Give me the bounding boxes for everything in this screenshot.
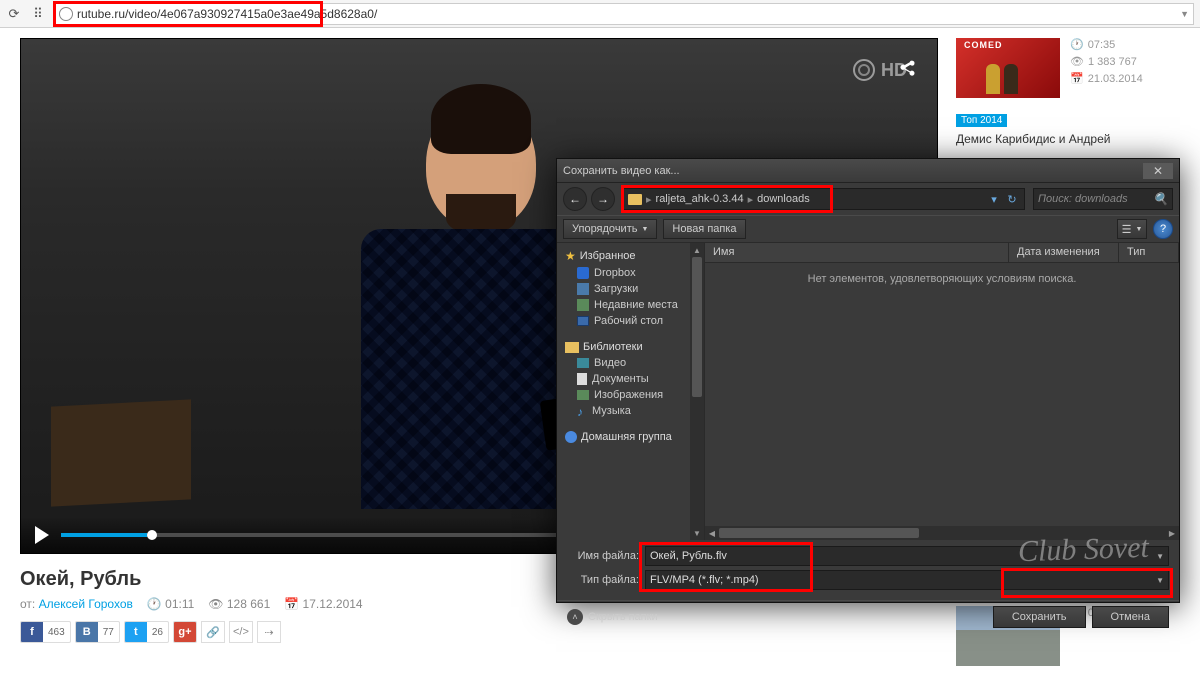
share-icon[interactable] [897, 59, 917, 79]
tree-favorites[interactable]: ★Избранное [565, 247, 704, 265]
tree-libraries[interactable]: Библиотеки [565, 339, 704, 355]
file-list: Имя Дата изменения Тип Нет элементов, уд… [705, 243, 1179, 540]
dialog-nav: ← → ▸ raljeta_ahk-0.3.44 ▸ downloads ▾↻ … [557, 183, 1179, 215]
link-button[interactable]: 🔗 [201, 621, 225, 643]
back-button[interactable]: ← [563, 187, 587, 211]
search-input[interactable]: Поиск: downloads 🔍 [1033, 188, 1173, 210]
filename-label: Имя файла: [567, 550, 639, 562]
browser-toolbar: ⟳ ⠿ ▼ [0, 0, 1200, 28]
cancel-button[interactable]: Отмена [1092, 606, 1169, 628]
apps-icon[interactable]: ⠿ [30, 6, 46, 22]
tree-images[interactable]: Изображения [565, 387, 704, 403]
twitter-share[interactable]: t26 [124, 621, 169, 643]
dialog-title: Сохранить видео как... [563, 165, 680, 177]
col-date[interactable]: Дата изменения [1009, 243, 1119, 262]
search-icon: 🔍 [1153, 192, 1168, 206]
save-button[interactable]: Сохранить [993, 606, 1086, 628]
facebook-share[interactable]: f463 [20, 621, 71, 643]
embed-button[interactable]: </> [229, 621, 253, 643]
col-name[interactable]: Имя [705, 243, 1009, 262]
url-input[interactable] [77, 7, 1180, 21]
tree-scrollbar[interactable]: ▲▼ [690, 243, 704, 540]
more-button[interactable]: ⇢ [257, 621, 281, 643]
dialog-toolbar: Упорядочить▼ Новая папка ☰ ▼ ? [557, 215, 1179, 243]
reload-icon[interactable]: ⟳ [6, 6, 22, 22]
filetype-label: Тип файла: [567, 574, 639, 586]
related-thumb: COMED [956, 38, 1060, 98]
close-button[interactable]: ✕ [1143, 163, 1173, 179]
empty-message: Нет элементов, удовлетворяющих условиям … [705, 263, 1179, 526]
related-title[interactable]: Демис Карибидис и Андрей [956, 132, 1188, 146]
play-button[interactable] [35, 526, 49, 544]
col-type[interactable]: Тип [1119, 243, 1179, 262]
url-bar[interactable]: ▼ [54, 3, 1194, 25]
view-button[interactable]: ☰ ▼ [1117, 219, 1147, 239]
file-hscrollbar[interactable]: ◀▶ [705, 526, 1179, 540]
tree-homegroup[interactable]: Домашняя группа [565, 429, 704, 445]
filetype-select[interactable]: FLV/MP4 (*.flv; *.mp4)▼ [645, 570, 1169, 590]
hide-folders-button[interactable]: ˄ Скрыть папки [567, 609, 658, 625]
folder-tree: ★Избранное Dropbox Загрузки Недавние мес… [557, 243, 705, 540]
file-list-header[interactable]: Имя Дата изменения Тип [705, 243, 1179, 263]
breadcrumb[interactable]: ▸ raljeta_ahk-0.3.44 ▸ downloads ▾↻ [623, 188, 1025, 210]
filename-input[interactable]: Окей, Рубль.flv▼ [645, 546, 1169, 566]
refresh-icon[interactable]: ↻ [1004, 191, 1020, 207]
tree-recent[interactable]: Недавние места [565, 297, 704, 313]
organize-button[interactable]: Упорядочить▼ [563, 219, 657, 239]
gplus-share[interactable]: g+ [173, 621, 197, 643]
forward-button[interactable]: → [591, 187, 615, 211]
globe-icon [59, 7, 73, 21]
dialog-titlebar[interactable]: Сохранить видео как... ✕ [557, 159, 1179, 183]
tree-video[interactable]: Видео [565, 355, 704, 371]
url-dropdown-icon[interactable]: ▼ [1180, 9, 1189, 19]
vk-share[interactable]: B77 [75, 621, 120, 643]
new-folder-button[interactable]: Новая папка [663, 219, 745, 239]
tree-documents[interactable]: Документы [565, 371, 704, 387]
dialog-footer: ˄ Скрыть папки Сохранить Отмена [557, 600, 1179, 632]
tree-dropbox[interactable]: Dropbox [565, 265, 704, 281]
chevron-up-icon: ˄ [567, 609, 583, 625]
related-item[interactable]: COMED 🕐 07:35 👁 1 383 767 📅 21.03.2014 [956, 38, 1188, 98]
top-badge: Топ 2014 [956, 114, 1007, 127]
tree-desktop[interactable]: Рабочий стол [565, 313, 704, 329]
tree-music[interactable]: ♪Музыка [565, 403, 704, 419]
tree-downloads[interactable]: Загрузки [565, 281, 704, 297]
author-link[interactable]: Алексей Горохов [39, 597, 133, 611]
dialog-fields: Имя файла: Окей, Рубль.flv▼ Тип файла: F… [557, 540, 1179, 600]
save-as-dialog: Сохранить видео как... ✕ ← → ▸ raljeta_a… [556, 158, 1180, 603]
chevron-down-icon[interactable]: ▾ [986, 191, 1002, 207]
help-icon[interactable]: ? [1153, 219, 1173, 239]
folder-icon [628, 194, 642, 205]
